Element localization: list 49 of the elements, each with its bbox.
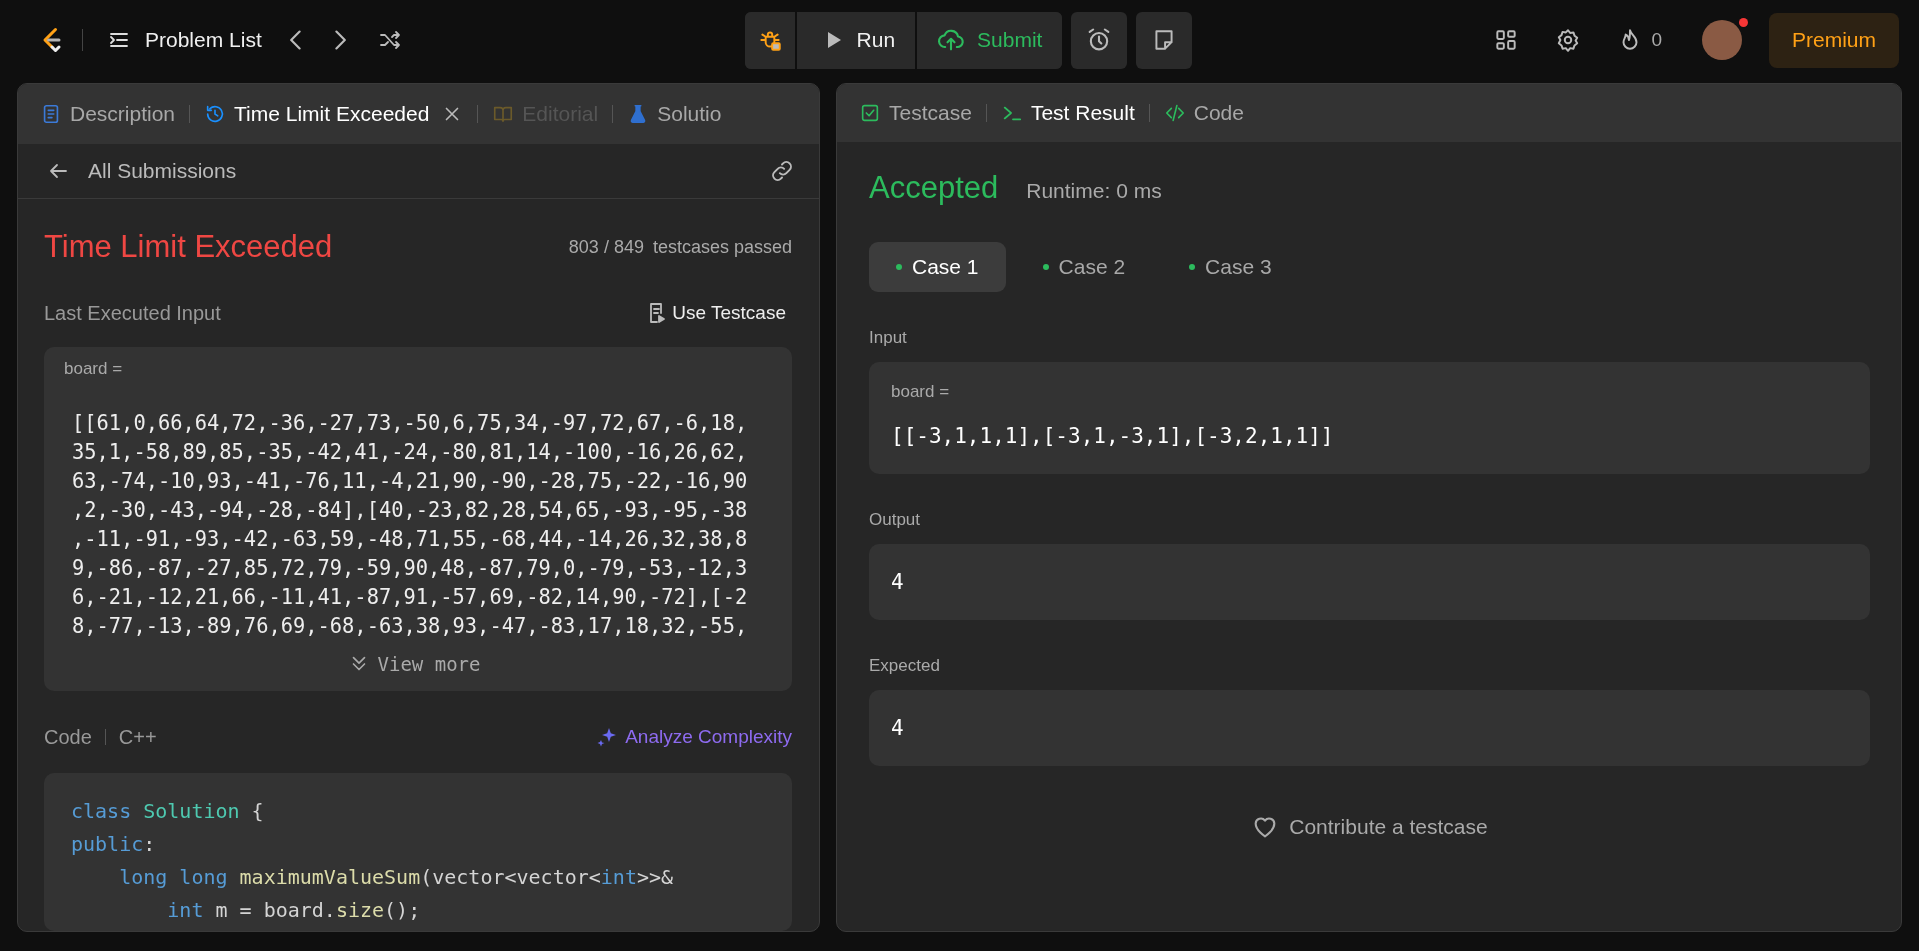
code-line: long long maximumValueSum(vector<vector<int>>& — [118, 864, 675, 891]
code-line: class Solution { — [71, 798, 265, 825]
section-label: Last Executed Input — [44, 301, 221, 325]
all-submissions-link[interactable]: All Submissions — [44, 157, 239, 185]
analyze-complexity-button[interactable]: Analyze Complexity — [595, 725, 792, 749]
notes-button[interactable] — [1136, 11, 1193, 69]
view-more-button[interactable]: View more — [343, 649, 485, 679]
case-tab[interactable]: Case 1 — [869, 242, 1006, 292]
result-status: Accepted — [869, 170, 999, 206]
link-icon — [769, 158, 795, 184]
value-text: 4 — [891, 716, 904, 740]
value-text: [[-3,1,1,1],[-3,1,-3,1],[-3,2,1,1]] — [891, 424, 1335, 448]
panel-tab[interactable]: Code — [1161, 97, 1246, 129]
section-label: Input — [869, 328, 908, 348]
parameter-name: board = — [891, 382, 951, 402]
section-label: Output — [869, 510, 922, 530]
code-line: int m = board.size(); — [166, 897, 422, 924]
chevron-left-icon — [289, 30, 302, 50]
panel-tab[interactable]: Test Result — [998, 97, 1137, 129]
runtime-text: Runtime: 0 ms — [1026, 179, 1162, 203]
parameter-name: board = — [64, 359, 124, 379]
panel-tab[interactable]: Time Limit Exceeded — [202, 98, 432, 130]
shuffle-icon — [377, 28, 402, 52]
submission-status: Time Limit Exceeded — [44, 229, 333, 265]
problem-list-button[interactable]: Problem List — [107, 24, 262, 56]
contribute-testcase-button[interactable]: Contribute a testcase — [1245, 812, 1494, 842]
chevron-right-icon — [333, 30, 346, 50]
testcases-passed: 803 / 849 testcases passed — [568, 236, 792, 258]
case-tab[interactable]: Case 3 — [1162, 242, 1299, 292]
use-testcase-button[interactable]: Use Testcase — [644, 301, 792, 325]
panel-tab[interactable]: Description — [38, 98, 178, 130]
run-button[interactable]: Run — [794, 11, 916, 69]
code-line: public: — [71, 831, 157, 858]
case-tab[interactable]: Case 2 — [1015, 242, 1153, 292]
code-icon — [1163, 102, 1186, 124]
avatar[interactable] — [1702, 20, 1742, 60]
checkbox-icon — [859, 102, 881, 124]
submit-button[interactable]: Submit — [915, 11, 1063, 69]
panel-tab[interactable]: Solutio — [625, 98, 724, 130]
value-text: 4 — [891, 570, 904, 594]
streak-button[interactable]: 0 — [1613, 23, 1666, 57]
debug-button[interactable] — [744, 11, 795, 69]
section-label: Code — [44, 725, 92, 749]
language-label: C++ — [118, 725, 157, 749]
panel-tab[interactable]: Testcase — [857, 97, 974, 129]
timer-button[interactable] — [1071, 11, 1128, 69]
premium-button[interactable]: Premium — [1769, 12, 1899, 68]
section-label: Expected — [869, 656, 941, 676]
input-value: [[61,0,66,64,72,-36,-27,73,-50,6,75,34,-97,72,67,-6,18, 35,1,-58,89,85,-35,-42,41,-24,-80,81,14,-100,-16,26,62, 63,-74,-10,93,-41,-76,11,-4,21,90,-90,-28,75,-22,-16,90 ,2,-30,-43,-94,-28,-84],[40,-23,82,28,54,65,-93,-95,-38 ,-11,-91,-93,-42,-63,59,-48,71,55,-68,44,-14,26,32,38,8 9,-86,-87,-27,85,72,79,-59,90,48,-87,79,0,-79,-53,-12,3 6,-21,-12,21,66,-11,41,-87,91,-57,69,-82,14,90,-72],[-2 8,-77,-13,-89,76,69,-68,-63,38,93,-47,-83,17,18,32,-55, — [71, 410, 749, 640]
